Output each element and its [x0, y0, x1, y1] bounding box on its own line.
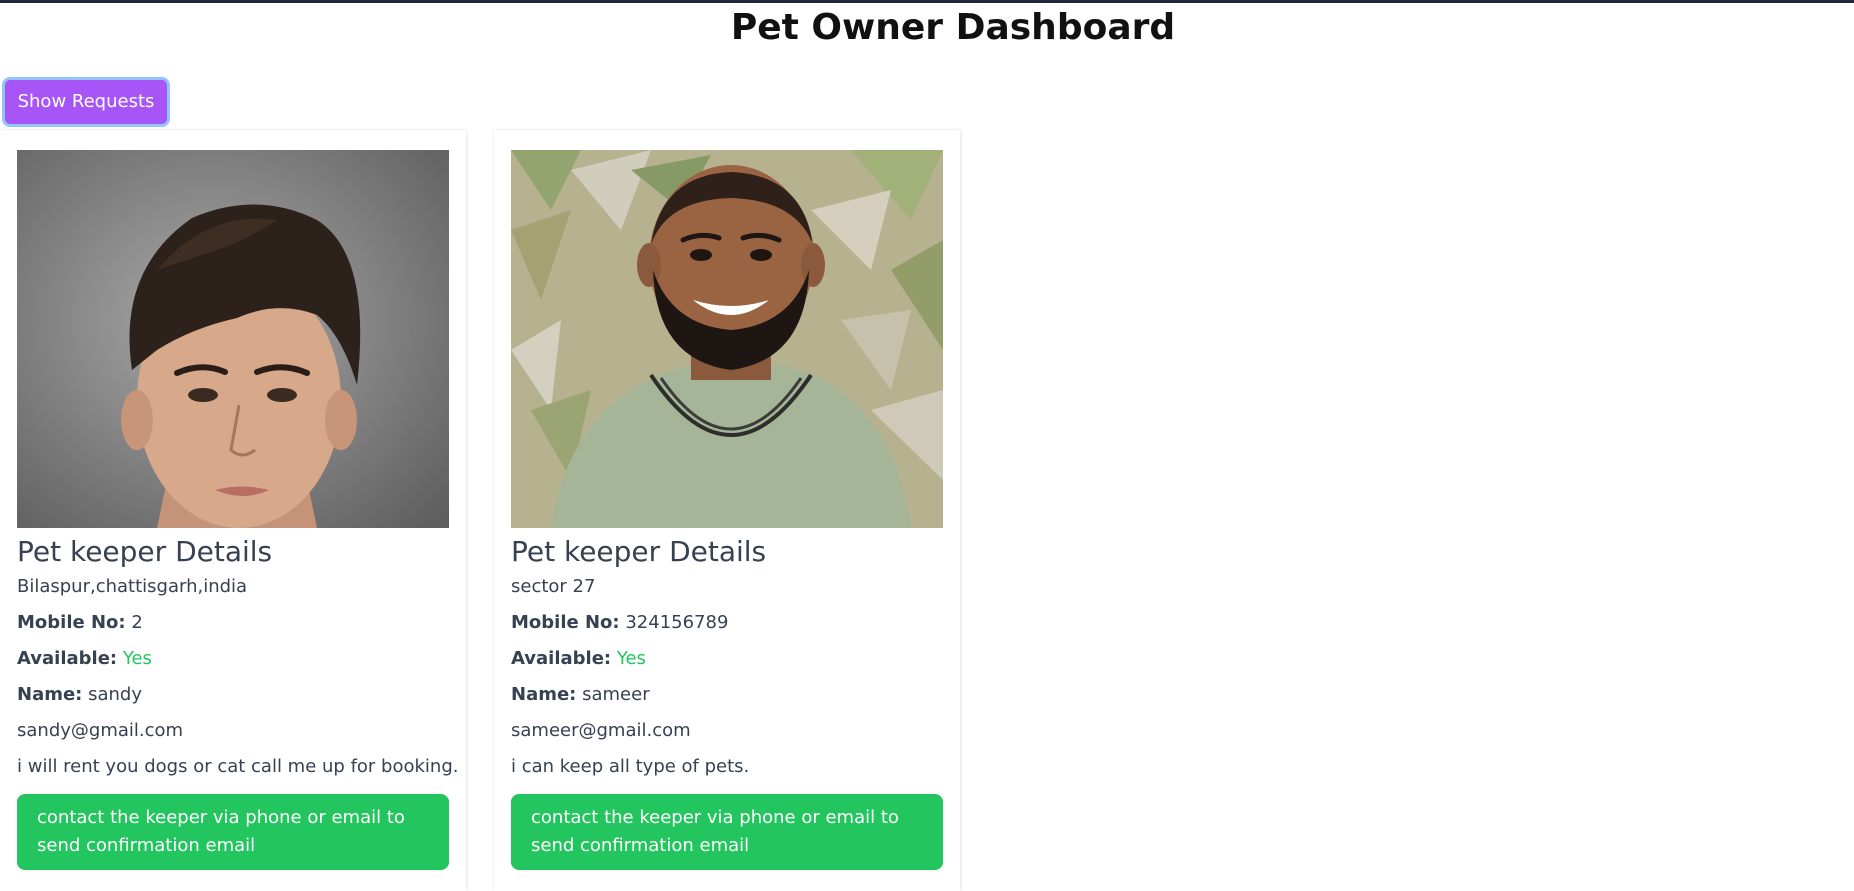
mobile-label: Mobile No:	[511, 612, 620, 633]
name-value: sameer	[582, 684, 650, 705]
keeper-photo	[511, 150, 943, 528]
name-label: Name:	[17, 684, 83, 705]
mobile-row: Mobile No: 324156789	[511, 610, 728, 636]
available-row: Available: Yes	[17, 646, 152, 672]
mobile-value: 324156789	[625, 612, 729, 633]
name-row: Name: sandy	[17, 682, 142, 708]
mobile-row: Mobile No: 2	[17, 610, 143, 636]
mobile-value: 2	[131, 612, 143, 633]
keeper-photo	[17, 150, 449, 528]
contact-keeper-button[interactable]: contact the keeper via phone or email to…	[17, 794, 449, 870]
page-title: Pet Owner Dashboard	[730, 7, 1176, 48]
available-label: Available:	[17, 648, 118, 669]
keeper-email: sameer@gmail.com	[511, 720, 691, 741]
keeper-description: i can keep all type of pets.	[511, 756, 750, 777]
mobile-label: Mobile No:	[17, 612, 126, 633]
name-row: Name: sameer	[511, 682, 650, 708]
available-label: Available:	[511, 648, 612, 669]
details-title: Pet keeper Details	[511, 535, 767, 568]
details-title: Pet keeper Details	[17, 535, 273, 568]
show-requests-button[interactable]: Show Requests	[2, 77, 170, 127]
keeper-email: sandy@gmail.com	[17, 720, 184, 741]
keeper-card: Pet keeper Details Bilaspur,chattisgarh,…	[0, 130, 466, 891]
top-border	[0, 0, 1854, 3]
available-value: Yes	[122, 648, 152, 669]
keeper-description: i will rent you dogs or cat call me up f…	[17, 756, 459, 777]
name-label: Name:	[511, 684, 577, 705]
keeper-location: Bilaspur,chattisgarh,india	[17, 576, 248, 597]
available-value: Yes	[616, 648, 646, 669]
available-row: Available: Yes	[511, 646, 646, 672]
keeper-card: Pet keeper Details sector 27 Mobile No: …	[494, 130, 960, 891]
name-value: sandy	[88, 684, 143, 705]
contact-keeper-button[interactable]: contact the keeper via phone or email to…	[511, 794, 943, 870]
keeper-location: sector 27	[511, 576, 596, 597]
